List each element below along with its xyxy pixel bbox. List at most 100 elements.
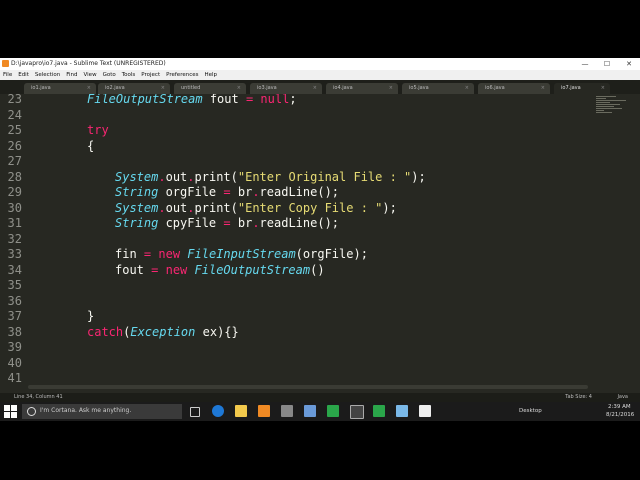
app-icon[interactable] — [373, 405, 385, 417]
desktop-toolbar[interactable]: Desktop — [519, 408, 542, 414]
tab-io3[interactable]: io3.java × — [250, 83, 322, 94]
lightbulb-icon[interactable] — [419, 405, 431, 417]
cortana-icon — [27, 407, 36, 416]
menu-preferences[interactable]: Preferences — [166, 70, 198, 80]
line-number: 39 — [7, 340, 22, 354]
taskbar: I'm Cortana. Ask me anything. Desktop 2:… — [0, 402, 640, 421]
code-line: 29 String orgFile = br.readLine(); — [0, 184, 590, 200]
tab-io4[interactable]: io4.java × — [326, 83, 398, 94]
tab-label: io1.java — [31, 85, 51, 91]
code-editor[interactable]: 23 FileOutputStream fout = null; 24 25 try… — [0, 94, 590, 414]
code-line: 34 fout = new FileOutputStream() — [0, 262, 590, 278]
syntax-language[interactable]: Java — [617, 394, 628, 400]
menu-edit[interactable]: Edit — [18, 70, 29, 80]
cortana-search-input[interactable]: I'm Cortana. Ask me anything. — [22, 404, 182, 419]
tab-close-icon[interactable]: × — [389, 83, 393, 94]
terminal-icon[interactable] — [350, 405, 364, 419]
search-placeholder: I'm Cortana. Ask me anything. — [40, 407, 132, 414]
line-number: 41 — [7, 371, 22, 385]
tab-close-icon[interactable]: × — [87, 83, 91, 94]
code-line: 38 catch(Exception ex){} — [0, 324, 590, 340]
line-number: 26 — [7, 139, 22, 153]
tab-io7[interactable]: io7.java × — [554, 83, 610, 94]
tab-untitled[interactable]: untitled × — [174, 83, 246, 94]
tab-label: io3.java — [257, 85, 277, 91]
tab-close-icon[interactable]: × — [601, 83, 605, 94]
code-text: } — [87, 309, 95, 323]
menu-goto[interactable]: Goto — [103, 70, 116, 80]
code-line: 36 — [0, 293, 590, 309]
tab-label: io4.java — [333, 85, 353, 91]
menu-selection[interactable]: Selection — [35, 70, 60, 80]
code-line: 28 System.out.print("Enter Original File … — [0, 169, 590, 185]
tab-close-icon[interactable]: × — [465, 83, 469, 94]
screen: D:\javapro\io7.java - Sublime Text (UNRE… — [0, 58, 640, 421]
line-number: 35 — [7, 278, 22, 292]
minimap[interactable] — [596, 96, 636, 126]
tab-bar: io1.java × io2.java × untitled × io3.java × … — [0, 80, 640, 94]
code-line: 37} — [0, 308, 590, 324]
tab-label: io6.java — [485, 85, 505, 91]
tab-io6[interactable]: io6.java × — [478, 83, 550, 94]
line-number: 40 — [7, 356, 22, 370]
tab-io2[interactable]: io2.java × — [98, 83, 170, 94]
line-number: 29 — [7, 185, 22, 199]
tab-close-icon[interactable]: × — [237, 83, 241, 94]
line-number: 24 — [7, 108, 22, 122]
menu-project[interactable]: Project — [141, 70, 160, 80]
line-number: 37 — [7, 309, 22, 323]
line-number: 30 — [7, 201, 22, 215]
file-explorer-icon[interactable] — [235, 405, 247, 417]
code-line: 33 fin = new FileInputStream(orgFile); — [0, 246, 590, 262]
tab-close-icon[interactable]: × — [313, 83, 317, 94]
menu-help[interactable]: Help — [204, 70, 217, 80]
sublime-taskbar-icon[interactable] — [281, 405, 293, 417]
tab-close-icon[interactable]: × — [161, 83, 165, 94]
code-line: 24 — [0, 107, 590, 123]
menu-find[interactable]: Find — [66, 70, 77, 80]
app-icon-2[interactable] — [396, 405, 408, 417]
tab-io1[interactable]: io1.java × — [24, 83, 96, 94]
camtasia-icon[interactable] — [327, 405, 339, 417]
firefox-icon[interactable] — [258, 405, 270, 417]
line-number: 28 — [7, 170, 22, 184]
window-title: D:\javapro\io7.java - Sublime Text (UNRE… — [11, 60, 166, 67]
clock-date[interactable]: 8/21/2016 — [606, 412, 634, 418]
tab-label: untitled — [181, 85, 201, 91]
tab-label: io7.java — [561, 85, 581, 91]
code-line: 31 String cpyFile = br.readLine(); — [0, 215, 590, 231]
horizontal-scrollbar[interactable] — [28, 385, 588, 389]
line-number: 33 — [7, 247, 22, 261]
paint-icon[interactable] — [304, 405, 316, 417]
maximize-button[interactable]: ☐ — [596, 58, 618, 70]
code-line: 40 — [0, 355, 590, 371]
cursor-position: Line 34, Column 41 — [14, 394, 63, 400]
clock-time[interactable]: 2:39 AM — [608, 404, 631, 410]
code-line: 27 — [0, 153, 590, 169]
code-line: 25 try — [0, 122, 590, 138]
task-view-icon[interactable] — [190, 407, 200, 417]
code-line: 32 — [0, 231, 590, 247]
line-number: 34 — [7, 263, 22, 277]
sublime-app-icon — [2, 60, 9, 67]
tab-size[interactable]: Tab Size: 4 — [565, 394, 592, 400]
line-number: 32 — [7, 232, 22, 246]
line-number: 36 — [7, 294, 22, 308]
line-number: 38 — [7, 325, 22, 339]
tab-close-icon[interactable]: × — [541, 83, 545, 94]
menu-file[interactable]: File — [3, 70, 12, 80]
minimize-button[interactable]: — — [574, 58, 596, 70]
menu-view[interactable]: View — [84, 70, 97, 80]
edge-browser-icon[interactable] — [212, 405, 224, 417]
windows-start-icon[interactable] — [4, 405, 17, 418]
close-button[interactable]: ✕ — [618, 58, 640, 70]
code-line: 39 — [0, 339, 590, 355]
code-text: { — [87, 139, 95, 153]
menu-bar: File Edit Selection Find View Goto Tools… — [0, 70, 640, 80]
code-line: 26 { — [0, 138, 590, 154]
menu-tools[interactable]: Tools — [122, 70, 136, 80]
code-line: 23 FileOutputStream fout = null; — [0, 94, 590, 107]
tab-io5[interactable]: io5.java × — [402, 83, 474, 94]
code-line: 30 System.out.print("Enter Copy File : ")… — [0, 200, 590, 216]
tab-label: io2.java — [105, 85, 125, 91]
